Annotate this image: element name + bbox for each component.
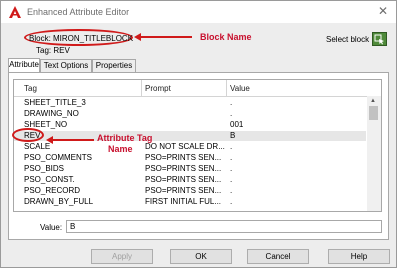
table-row[interactable]: DRAWN_BY_FULL FIRST INITIAL FUL... . [14, 197, 366, 207]
select-block-glyph [374, 34, 384, 45]
value-label: Value: [40, 223, 63, 232]
tab-attribute[interactable]: Attribute [8, 58, 40, 73]
row-prompt: FIRST INITIAL FUL... [145, 197, 222, 206]
block-name-annotation: Block Name [200, 32, 252, 42]
apply-button[interactable]: Apply [91, 249, 153, 264]
row-prompt: DO NOT SCALE DR... [145, 142, 225, 151]
table-row[interactable]: PSO_BIDS PSO=PRINTS SEN... . [14, 164, 366, 174]
scroll-up-arrow-icon[interactable]: ▲ [370, 98, 376, 104]
table-row[interactable]: DRAWING_NO . [14, 109, 366, 119]
tab-properties-label: Properties [95, 61, 133, 70]
row-value: B [230, 131, 236, 140]
row-prompt: PSO=PRINTS SEN... [145, 164, 222, 173]
autocad-logo-icon [9, 6, 21, 18]
table-row[interactable]: PSO_RECORD PSO=PRINTS SEN... . [14, 186, 366, 196]
row-prompt: PSO=PRINTS SEN... [145, 153, 222, 162]
row-value: . [230, 197, 233, 206]
ok-button[interactable]: OK [170, 249, 232, 264]
row-tag: SHEET_TITLE_3 [24, 98, 86, 107]
row-value: . [230, 186, 233, 195]
table-row[interactable]: SHEET_NO 001 [14, 120, 366, 130]
help-button[interactable]: Help [328, 249, 390, 264]
attribute-tag-highlight [12, 128, 44, 142]
table-row[interactable]: SCALE DO NOT SCALE DR... . [14, 142, 366, 152]
attribute-tag-pointer-line [52, 139, 94, 141]
table-row[interactable]: PSO_COMMENTS PSO=PRINTS SEN... . [14, 153, 366, 163]
column-separator [226, 80, 227, 96]
row-value: . [230, 175, 233, 184]
row-value: 001 [230, 120, 244, 129]
row-value: . [230, 109, 233, 118]
attribute-tag-arrowhead [46, 136, 53, 144]
tab-attribute-label: Attribute [9, 60, 39, 69]
select-block-icon[interactable] [372, 32, 387, 46]
row-tag: DRAWN_BY_FULL [24, 197, 94, 206]
row-tag: DRAWING_NO [24, 109, 79, 118]
column-header-tag[interactable]: Tag [24, 84, 37, 93]
cancel-button[interactable]: Cancel [247, 249, 309, 264]
column-header-prompt[interactable]: Prompt [145, 84, 171, 93]
row-tag: PSO_RECORD [24, 186, 81, 195]
scrollbar-thumb[interactable] [369, 106, 378, 120]
attribute-tag-annotation-line2: Name [108, 144, 133, 154]
tab-properties[interactable]: Properties [92, 59, 136, 72]
table-row[interactable]: PSO_CONST. PSO=PRINTS SEN... . [14, 175, 366, 185]
block-name: Block: MIRON_TITLEBLOCK [29, 34, 134, 43]
value-input[interactable]: B [66, 220, 382, 233]
row-tag: PSO_COMMENTS [24, 153, 93, 162]
block-name-arrowhead [134, 33, 141, 41]
row-value: . [230, 153, 233, 162]
block-name-pointer-line [140, 36, 192, 38]
window-title: Enhanced Attribute Editor [27, 7, 130, 17]
vertical-scrollbar[interactable]: ▲ [367, 96, 381, 211]
row-prompt: PSO=PRINTS SEN... [145, 175, 222, 184]
row-value: . [230, 164, 233, 173]
row-value: . [230, 142, 233, 151]
attribute-tag-annotation: Attribute Tag [97, 133, 153, 143]
row-tag: PSO_CONST. [24, 175, 75, 184]
column-separator [141, 80, 142, 96]
select-block-label: Select block [326, 35, 370, 44]
close-icon[interactable]: ✕ [378, 4, 388, 18]
tab-text-options-label: Text Options [43, 61, 89, 70]
row-prompt: PSO=PRINTS SEN... [145, 186, 222, 195]
grid-header: Tag Prompt Value [14, 80, 381, 97]
row-tag: SHEET_NO [24, 120, 68, 129]
row-value: . [230, 98, 233, 107]
table-row[interactable]: SHEET_TITLE_3 . [14, 98, 366, 108]
column-header-value[interactable]: Value [230, 84, 250, 93]
title-bar: Enhanced Attribute Editor ✕ [1, 1, 396, 23]
attribute-grid[interactable]: Tag Prompt Value SHEET_TITLE_3 . DRAWING… [13, 79, 382, 212]
row-tag: PSO_BIDS [24, 164, 65, 173]
tag-name: Tag: REV [36, 46, 70, 55]
tab-text-options[interactable]: Text Options [40, 59, 92, 72]
